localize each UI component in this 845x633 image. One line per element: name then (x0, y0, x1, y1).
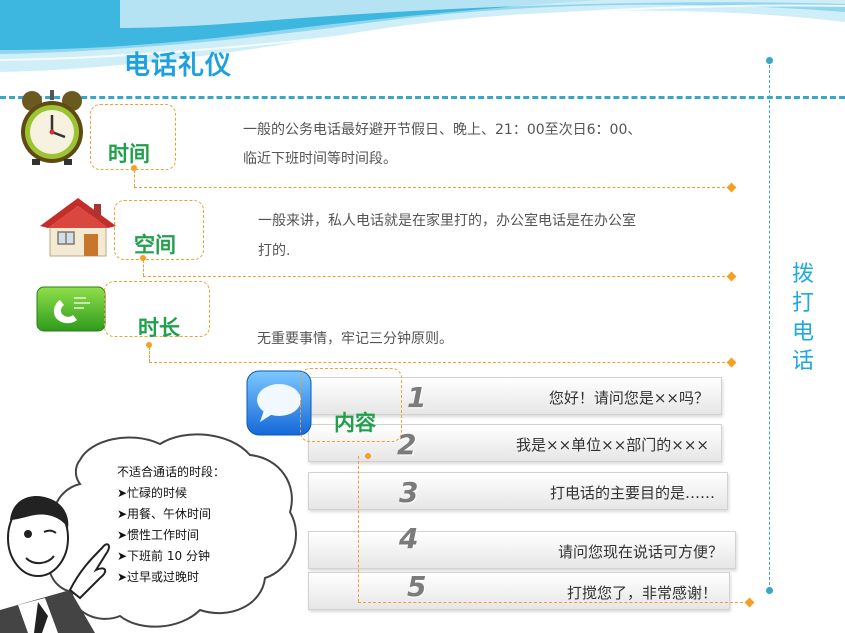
side-vertical-line (769, 60, 770, 590)
side-line-bottom-dot (766, 587, 773, 594)
rule-time-desc-line2: 临近下班时间等时间段。 (243, 151, 397, 167)
connector-end-diamond (726, 357, 737, 368)
step-number: 4 (399, 522, 419, 555)
cloud-content: 不适合通话的时段： ➤忙碌的时候 ➤用餐、午休时间 ➤惯性工作时间 ➤下班前 1… (117, 462, 225, 588)
step-text: 打电话的主要目的是…… (549, 484, 715, 502)
house-icon (40, 198, 116, 257)
connector-vertical (134, 170, 135, 187)
header-divider (0, 96, 845, 99)
alarm-clock-icon (21, 90, 83, 165)
connector-vertical (143, 260, 144, 276)
step-bar-5: 5 打搅您了，非常感谢！ (308, 570, 730, 610)
rule-duration-label: 时长 (138, 316, 180, 340)
rule-space-label: 空间 (134, 233, 176, 257)
connector-end-diamond (726, 182, 737, 193)
side-line-top-dot (766, 57, 773, 64)
rule-space-desc-line2: 打的. (258, 243, 291, 259)
rule-content-label: 内容 (334, 411, 376, 435)
connector-dot (365, 453, 371, 459)
step-text: 打搅您了，非常感谢！ (566, 584, 717, 602)
connector-horizontal (143, 276, 730, 277)
step-text: 我是××单位××部门的××× (516, 436, 709, 454)
step-text: 您好！请问您是××吗？ (548, 389, 709, 407)
slide: 电话礼仪 拨打电话 时间 一般的公务电话最好避开节假日、晚上、21：00至次日6… (0, 0, 845, 633)
connector-horizontal (358, 602, 748, 603)
cloud-item: ➤用餐、午休时间 (117, 507, 212, 521)
page-title: 电话礼仪 (124, 51, 233, 81)
rule-duration-desc: 无重要事情，牢记三分钟原则。 (257, 331, 453, 347)
rule-space-desc-line1: 一般来讲，私人电话就是在家里打的，办公室电话是在办公室 (258, 213, 636, 229)
connector-end-diamond (726, 271, 737, 282)
step-bar-4: 4 请问您现在说话可方便？ (308, 522, 736, 569)
cloud-item: ➤忙碌的时候 (117, 486, 188, 500)
connector-end-diamond (744, 597, 755, 608)
connector-vertical (149, 347, 150, 362)
cloud-item: ➤惯性工作时间 (117, 528, 200, 542)
step-number: 3 (399, 476, 419, 509)
step-bar-3: 3 打电话的主要目的是…… (308, 472, 728, 510)
connector-horizontal (134, 187, 730, 188)
connector-vertical (358, 456, 359, 602)
cloud-item: ➤过早或过晚时 (117, 570, 200, 584)
rule-time-desc-line1: 一般的公务电话最好避开节假日、晚上、21：00至次日6：00、 (243, 122, 642, 138)
connector-horizontal (149, 362, 730, 363)
side-title: 拨打电话 (791, 262, 814, 374)
cloud-item: ➤下班前 10 分钟 (117, 549, 210, 563)
step-number: 5 (407, 570, 427, 603)
cloud-heading: 不适合通话的时段： (117, 465, 226, 479)
step-text: 请问您现在说话可方便？ (557, 543, 723, 561)
phone-icon (36, 286, 106, 332)
rule-time-label: 时间 (108, 142, 150, 166)
step-number: 1 (407, 381, 427, 414)
